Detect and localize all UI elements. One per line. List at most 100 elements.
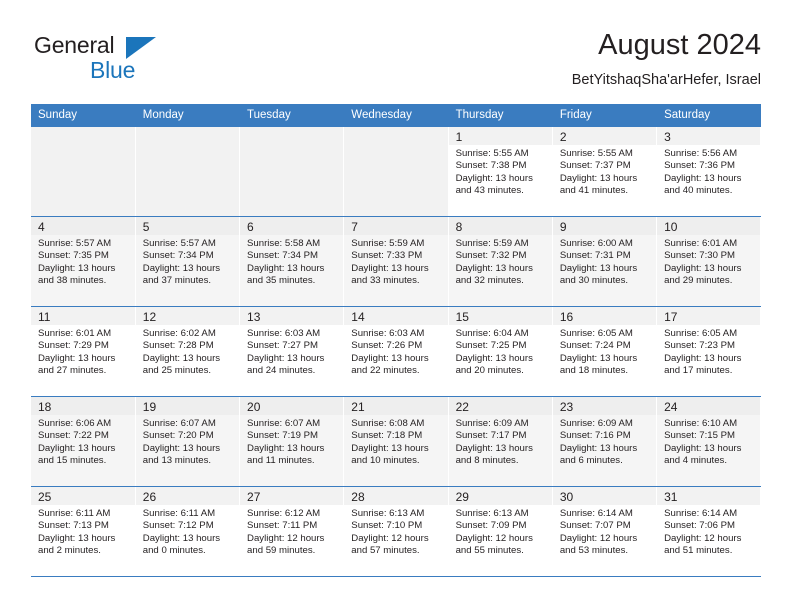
calendar-week-row: 1 Sunrise: 5:55 AM Sunset: 7:38 PM Daylight… xyxy=(31,127,762,217)
day-number-strip: 29 xyxy=(448,487,552,505)
sunrise-text: Sunrise: 6:09 AM xyxy=(559,418,633,429)
day-number-strip: 26 xyxy=(135,487,240,505)
day-number-strip: 20 xyxy=(240,397,344,415)
calendar-day-cell[interactable]: 3 Sunrise: 5:56 AM Sunset: 7:36 PM Daylight… xyxy=(656,127,762,217)
calendar-day-cell[interactable]: 12 Sunrise: 6:02 AM Sunset: 7:28 PM Dayligh… xyxy=(135,306,241,397)
daylight-text: Daylight: 13 hours and 43 minutes. xyxy=(455,172,533,196)
sunset-text: Sunset: 7:36 PM xyxy=(664,160,736,172)
sunrise-text: Sunrise: 6:09 AM xyxy=(455,418,529,429)
calendar-day-cell[interactable]: 19 Sunrise: 6:07 AM Sunset: 7:20 PM Dayligh… xyxy=(135,396,241,487)
sunset-text: Sunset: 7:22 PM xyxy=(38,430,109,442)
calendar-cell-empty xyxy=(239,127,345,217)
calendar-day-cell[interactable]: 13 Sunrise: 6:03 AM Sunset: 7:27 PM Dayligh… xyxy=(239,306,345,397)
sunset-text: Sunset: 7:11 PM xyxy=(247,520,318,532)
daylight-text: Daylight: 13 hours and 24 minutes. xyxy=(247,352,325,376)
day-details: Sunrise: 5:56 AM Sunset: 7:36 PM Daylight:… xyxy=(657,145,760,197)
day-number-strip: 3 xyxy=(657,127,761,145)
sunrise-text: Sunrise: 6:07 AM xyxy=(247,418,321,429)
calendar-day-cell[interactable]: 1 Sunrise: 5:55 AM Sunset: 7:38 PM Daylight… xyxy=(448,127,553,217)
sunrise-text: Sunrise: 6:13 AM xyxy=(351,508,425,519)
day-number-strip: 24 xyxy=(657,397,761,415)
sunrise-text: Sunrise: 6:03 AM xyxy=(351,328,425,339)
calendar-day-cell[interactable]: 15 Sunrise: 6:04 AM Sunset: 7:25 PM Dayligh… xyxy=(448,306,553,397)
day-details: Sunrise: 6:03 AM Sunset: 7:27 PM Daylight:… xyxy=(240,325,343,377)
calendar-day-cell[interactable]: 16 Sunrise: 6:05 AM Sunset: 7:24 PM Dayligh… xyxy=(552,306,658,397)
day-number-strip: 13 xyxy=(240,307,344,325)
calendar-day-cell[interactable]: 18 Sunrise: 6:06 AM Sunset: 7:22 PM Dayligh… xyxy=(31,396,136,487)
sunrise-text: Sunrise: 6:14 AM xyxy=(559,508,633,519)
calendar-day-cell[interactable]: 23 Sunrise: 6:09 AM Sunset: 7:16 PM Dayligh… xyxy=(552,396,658,487)
calendar-day-cell[interactable]: 25 Sunrise: 6:11 AM Sunset: 7:13 PM Dayligh… xyxy=(31,486,136,577)
calendar-day-cell[interactable]: 4 Sunrise: 5:57 AM Sunset: 7:35 PM Daylight… xyxy=(31,216,136,307)
calendar-day-cell[interactable]: 8 Sunrise: 5:59 AM Sunset: 7:32 PM Daylight… xyxy=(448,216,553,307)
sunrise-text: Sunrise: 5:55 AM xyxy=(455,148,529,159)
calendar-day-cell[interactable]: 27 Sunrise: 6:12 AM Sunset: 7:11 PM Dayligh… xyxy=(239,486,345,577)
sunrise-text: Sunrise: 6:11 AM xyxy=(38,508,111,519)
day-number: 15 xyxy=(455,310,469,324)
calendar-day-cell[interactable]: 24 Sunrise: 6:10 AM Sunset: 7:15 PM Dayligh… xyxy=(656,396,762,487)
day-number: 19 xyxy=(142,400,157,414)
calendar-day-cell[interactable]: 11 Sunrise: 6:01 AM Sunset: 7:29 PM Dayligh… xyxy=(31,306,136,397)
day-number-strip: 7 xyxy=(344,217,448,235)
sunset-text: Sunset: 7:37 PM xyxy=(559,160,631,172)
calendar-day-cell[interactable]: 2 Sunrise: 5:55 AM Sunset: 7:37 PM Daylight… xyxy=(552,127,658,217)
daylight-text: Daylight: 13 hours and 20 minutes. xyxy=(455,352,533,376)
calendar-day-cell[interactable]: 6 Sunrise: 5:58 AM Sunset: 7:34 PM Daylight… xyxy=(239,216,345,307)
calendar-day-cell[interactable]: 22 Sunrise: 6:09 AM Sunset: 7:17 PM Dayligh… xyxy=(448,396,553,487)
day-number: 25 xyxy=(38,490,52,504)
daylight-text: Daylight: 12 hours and 51 minutes. xyxy=(664,532,742,556)
day-number-strip: 5 xyxy=(135,217,240,235)
day-number-strip: 21 xyxy=(344,397,448,415)
sunrise-text: Sunrise: 6:06 AM xyxy=(38,418,112,429)
day-details: Sunrise: 5:59 AM Sunset: 7:33 PM Daylight:… xyxy=(344,235,447,287)
day-number-strip: 12 xyxy=(135,307,240,325)
calendar-day-cell[interactable]: 14 Sunrise: 6:03 AM Sunset: 7:26 PM Dayligh… xyxy=(343,306,449,397)
calendar-day-cell[interactable]: 5 Sunrise: 5:57 AM Sunset: 7:34 PM Daylight… xyxy=(135,216,241,307)
day-number-strip: 10 xyxy=(657,217,761,235)
sunrise-text: Sunrise: 5:59 AM xyxy=(351,238,425,249)
calendar-day-cell[interactable]: 26 Sunrise: 6:11 AM Sunset: 7:12 PM Dayligh… xyxy=(135,486,241,577)
day-number-strip: 8 xyxy=(448,217,552,235)
day-number: 4 xyxy=(38,220,45,234)
day-number-strip: 11 xyxy=(31,307,135,325)
daylight-text: Daylight: 13 hours and 40 minutes. xyxy=(664,172,742,196)
day-number: 14 xyxy=(351,310,365,324)
calendar-day-cell[interactable]: 31 Sunrise: 6:14 AM Sunset: 7:06 PM Dayligh… xyxy=(656,486,762,577)
calendar-day-cell[interactable]: 7 Sunrise: 5:59 AM Sunset: 7:33 PM Daylight… xyxy=(343,216,449,307)
daylight-text: Daylight: 13 hours and 0 minutes. xyxy=(142,532,221,556)
sunset-text: Sunset: 7:19 PM xyxy=(247,430,318,442)
day-number: 20 xyxy=(247,400,261,414)
day-details: Sunrise: 6:02 AM Sunset: 7:28 PM Daylight:… xyxy=(136,325,239,377)
calendar-day-cell[interactable]: 29 Sunrise: 6:13 AM Sunset: 7:09 PM Dayligh… xyxy=(448,486,553,577)
sunset-text: Sunset: 7:34 PM xyxy=(142,250,214,262)
general-blue-logo[interactable]: General Blue xyxy=(31,32,231,90)
calendar-day-cell[interactable]: 9 Sunrise: 6:00 AM Sunset: 7:31 PM Daylight… xyxy=(552,216,658,307)
day-number-strip: 17 xyxy=(657,307,761,325)
day-details: Sunrise: 6:07 AM Sunset: 7:19 PM Daylight:… xyxy=(240,415,343,467)
daylight-text: Daylight: 12 hours and 57 minutes. xyxy=(351,532,429,556)
day-details: Sunrise: 6:11 AM Sunset: 7:12 PM Daylight:… xyxy=(136,505,239,557)
calendar-day-cell[interactable]: 10 Sunrise: 6:01 AM Sunset: 7:30 PM Dayligh… xyxy=(656,216,762,307)
daylight-text: Daylight: 13 hours and 10 minutes. xyxy=(351,442,429,466)
day-number: 3 xyxy=(664,130,671,144)
sunrise-text: Sunrise: 6:12 AM xyxy=(247,508,321,519)
sunset-text: Sunset: 7:30 PM xyxy=(664,250,736,262)
calendar-day-cell[interactable]: 20 Sunrise: 6:07 AM Sunset: 7:19 PM Dayligh… xyxy=(239,396,345,487)
calendar-day-cell[interactable]: 17 Sunrise: 6:05 AM Sunset: 7:23 PM Dayligh… xyxy=(656,306,762,397)
day-details: Sunrise: 6:05 AM Sunset: 7:23 PM Daylight:… xyxy=(657,325,760,377)
day-details: Sunrise: 6:04 AM Sunset: 7:25 PM Daylight:… xyxy=(449,325,552,377)
sunset-text: Sunset: 7:34 PM xyxy=(247,250,318,262)
calendar-day-cell[interactable]: 21 Sunrise: 6:08 AM Sunset: 7:18 PM Dayligh… xyxy=(343,396,449,487)
sunset-text: Sunset: 7:28 PM xyxy=(142,340,214,352)
sunset-text: Sunset: 7:25 PM xyxy=(455,340,527,352)
daylight-text: Daylight: 13 hours and 11 minutes. xyxy=(247,442,325,466)
calendar-day-cell[interactable]: 28 Sunrise: 6:13 AM Sunset: 7:10 PM Dayligh… xyxy=(343,486,449,577)
sunrise-text: Sunrise: 6:07 AM xyxy=(142,418,216,429)
sunrise-text: Sunrise: 5:56 AM xyxy=(664,148,738,159)
calendar-page: General Blue August 2024 BetYitshaqSha'a… xyxy=(0,0,792,612)
calendar-day-cell[interactable]: 30 Sunrise: 6:14 AM Sunset: 7:07 PM Dayligh… xyxy=(552,486,658,577)
daylight-text: Daylight: 13 hours and 27 minutes. xyxy=(38,352,116,376)
title-block: August 2024 BetYitshaqSha'arHefer, Israe… xyxy=(572,28,761,90)
sunrise-text: Sunrise: 6:01 AM xyxy=(664,238,738,249)
day-number-strip: 9 xyxy=(552,217,657,235)
